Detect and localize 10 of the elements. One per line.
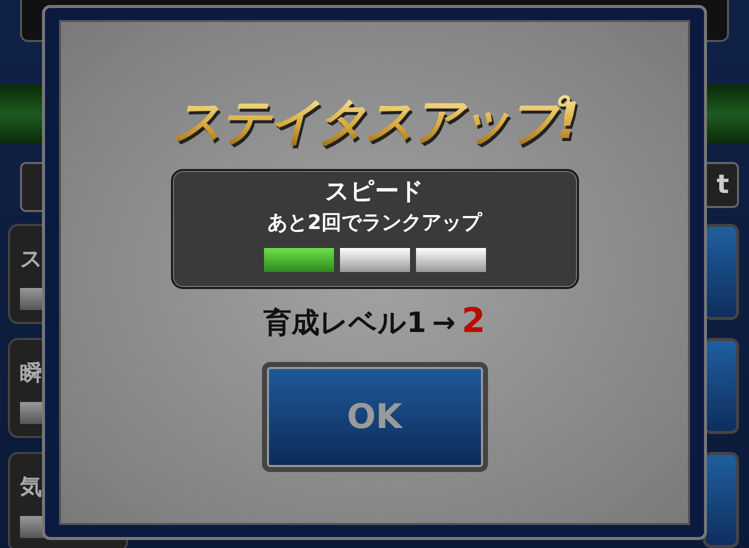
arrow-icon: → [432,306,456,339]
level-label: 育成レベル1 [264,305,426,341]
card-label: ス [20,246,44,274]
card-label: 気 [20,474,43,502]
new-level: 2 [462,301,486,341]
card-label: 瞬 [20,360,43,388]
stat-name: スピード [325,176,424,207]
ok-button[interactable]: OK [262,362,488,472]
side-button[interactable] [703,452,739,548]
rank-up-message: あと2回でランクアップ [268,209,482,236]
